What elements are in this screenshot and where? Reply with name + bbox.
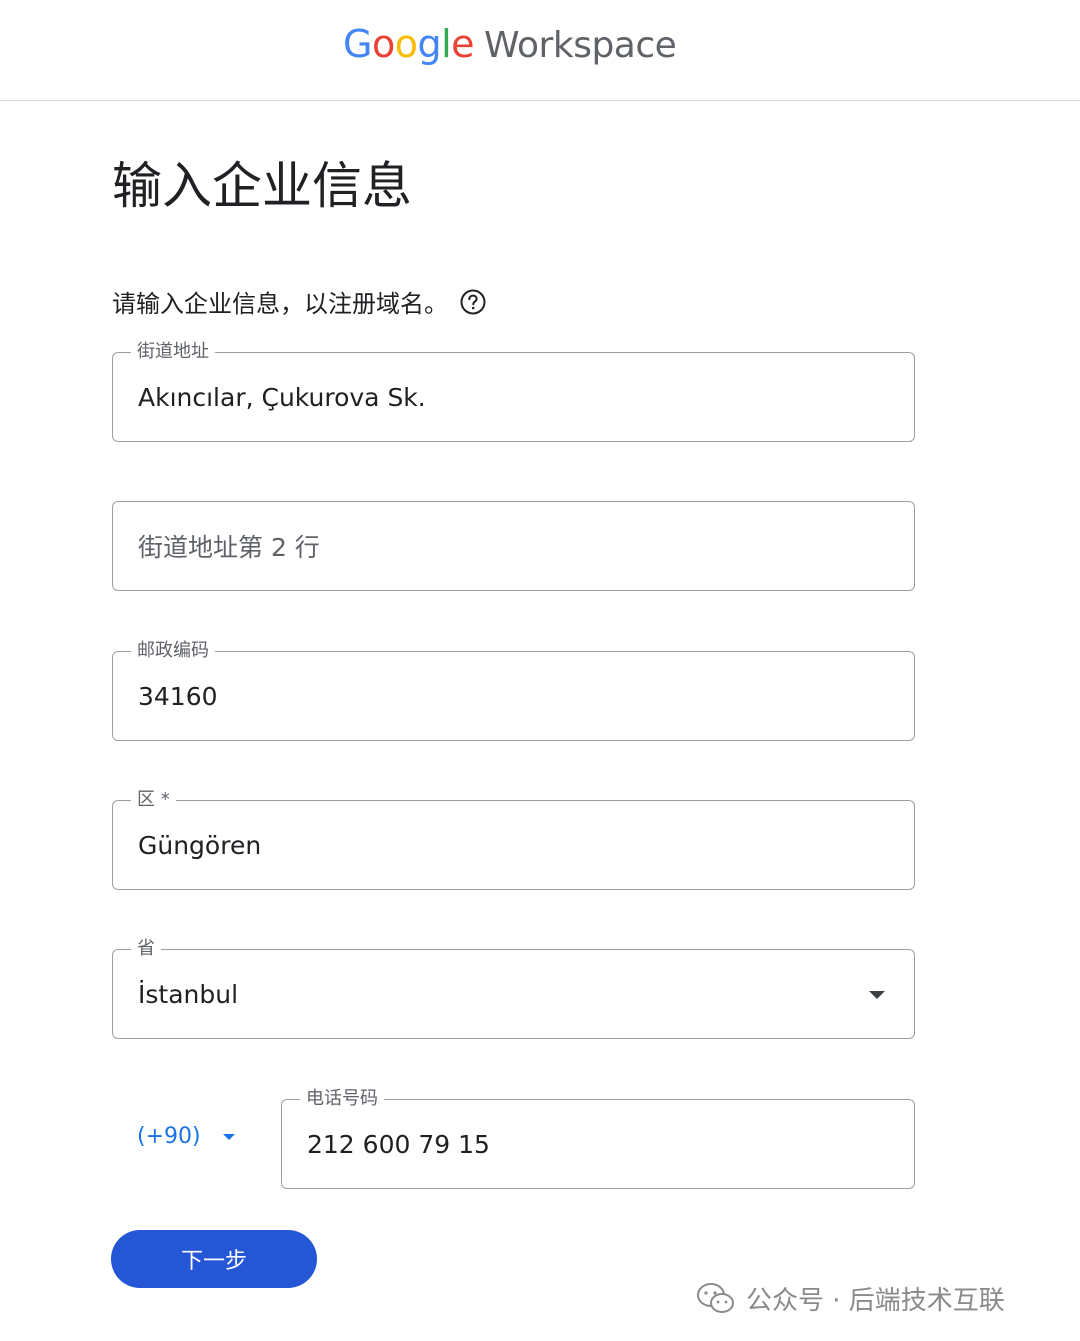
google-workspace-logo: Google Workspace bbox=[343, 22, 677, 78]
header: Google Workspace bbox=[0, 0, 1080, 101]
watermark: 公众号 · 后端技术互联 bbox=[696, 1280, 1005, 1317]
logo-product-name: Workspace bbox=[484, 25, 677, 66]
wechat-icon bbox=[696, 1282, 736, 1316]
dropdown-arrow-icon[interactable] bbox=[869, 991, 885, 999]
street-address-line2-input[interactable]: 街道地址第 2 行 bbox=[138, 502, 320, 590]
postal-code-field[interactable]: 邮政编码 34160 bbox=[112, 640, 915, 741]
district-input[interactable]: Güngören bbox=[138, 801, 261, 889]
district-field[interactable]: 区 * Güngören bbox=[112, 789, 915, 890]
country-code-value: (+90) bbox=[137, 1124, 201, 1149]
province-select[interactable]: 省 İstanbul bbox=[112, 938, 915, 1039]
logo-letter: o bbox=[394, 22, 418, 66]
phone-number-input[interactable]: 212 600 79 15 bbox=[307, 1100, 490, 1188]
caret-down-icon[interactable] bbox=[222, 1133, 235, 1140]
postal-code-input[interactable]: 34160 bbox=[138, 652, 218, 740]
logo-letter: e bbox=[451, 22, 475, 66]
logo-letter: g bbox=[417, 22, 442, 66]
province-selected-value: İstanbul bbox=[138, 979, 239, 1009]
logo-letter: l bbox=[441, 22, 452, 66]
page-title: 输入企业信息 bbox=[112, 157, 412, 215]
country-code-select[interactable]: (+90) bbox=[137, 1124, 235, 1149]
street-address-field[interactable]: 街道地址 Akıncılar, Çukurova Sk. bbox=[112, 341, 915, 442]
street-address-input[interactable]: Akıncılar, Çukurova Sk. bbox=[138, 353, 426, 441]
logo-letter: o bbox=[371, 22, 395, 66]
help-circle-icon[interactable] bbox=[460, 289, 486, 315]
watermark-text: 公众号 · 后端技术互联 bbox=[746, 1286, 1005, 1316]
intro-text-row: 请输入企业信息，以注册域名。 bbox=[112, 284, 486, 319]
logo-letter: G bbox=[343, 22, 372, 66]
street-address-line2-field[interactable]: 街道地址第 2 行 bbox=[112, 501, 915, 591]
next-button[interactable]: 下一步 bbox=[111, 1230, 317, 1288]
intro-text: 请输入企业信息，以注册域名。 bbox=[112, 290, 448, 318]
phone-number-field[interactable]: 电话号码 212 600 79 15 bbox=[281, 1088, 915, 1189]
